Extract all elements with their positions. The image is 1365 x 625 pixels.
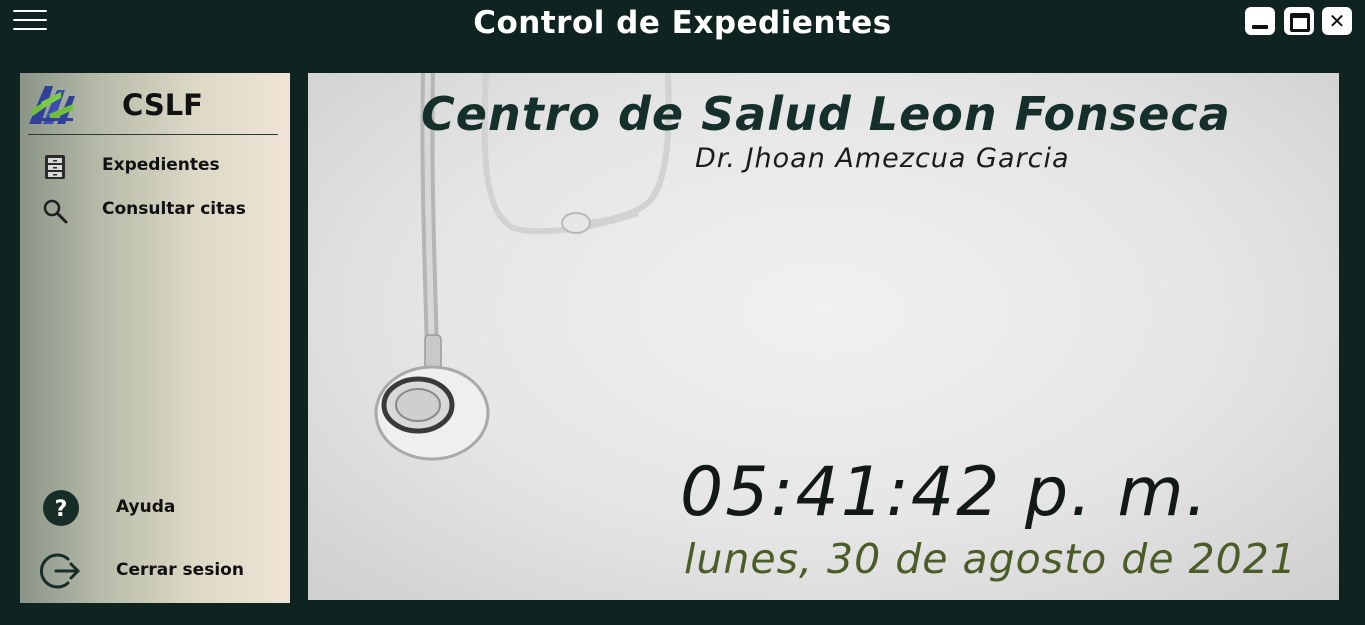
nav-item-ayuda[interactable]: ? Ayuda: [20, 487, 290, 529]
clock-time: 05:41:42 p. m.: [680, 453, 1210, 532]
nav-label-ayuda: Ayuda: [116, 497, 176, 517]
nav-item-consultar-citas[interactable]: Consultar citas: [20, 193, 290, 227]
close-button[interactable]: ✕: [1322, 7, 1352, 35]
nav-label-cerrar-sesion: Cerrar sesion: [116, 560, 244, 580]
clock-date: lunes, 30 de agosto de 2021: [684, 535, 1297, 583]
brand-name: CSLF: [122, 88, 203, 122]
clinic-logo-icon: [29, 86, 75, 124]
window-title: Control de Expedientes: [473, 5, 892, 41]
nav-label-expedientes: Expedientes: [102, 155, 220, 175]
logout-icon: [40, 553, 80, 589]
search-icon: [43, 199, 68, 224]
doctor-name: Dr. Jhoan Amezcua Garcia: [695, 143, 1070, 174]
title-bar: Control de Expedientes ✕: [0, 0, 1365, 48]
maximize-button[interactable]: [1284, 7, 1314, 35]
svg-text:?: ?: [55, 497, 68, 522]
center-name-heading: Centro de Salud Leon Fonseca: [421, 87, 1231, 141]
maximize-icon: [1290, 13, 1310, 32]
brand-header: CSLF: [20, 73, 290, 135]
nav-item-expedientes[interactable]: Expedientes: [20, 149, 290, 183]
help-icon: ?: [43, 490, 79, 526]
divider: [28, 134, 278, 135]
nav-item-cerrar-sesion[interactable]: Cerrar sesion: [20, 549, 290, 591]
minimize-icon: [1252, 25, 1268, 29]
nav-label-consultar-citas: Consultar citas: [102, 199, 246, 219]
main-panel: Centro de Salud Leon Fonseca Dr. Jhoan A…: [308, 73, 1339, 600]
sidebar: CSLF Expedientes Consultar citas ? Ayuda: [20, 73, 290, 603]
minimize-button[interactable]: [1245, 7, 1275, 35]
close-icon: ✕: [1328, 9, 1346, 33]
file-cabinet-icon: [45, 155, 65, 179]
